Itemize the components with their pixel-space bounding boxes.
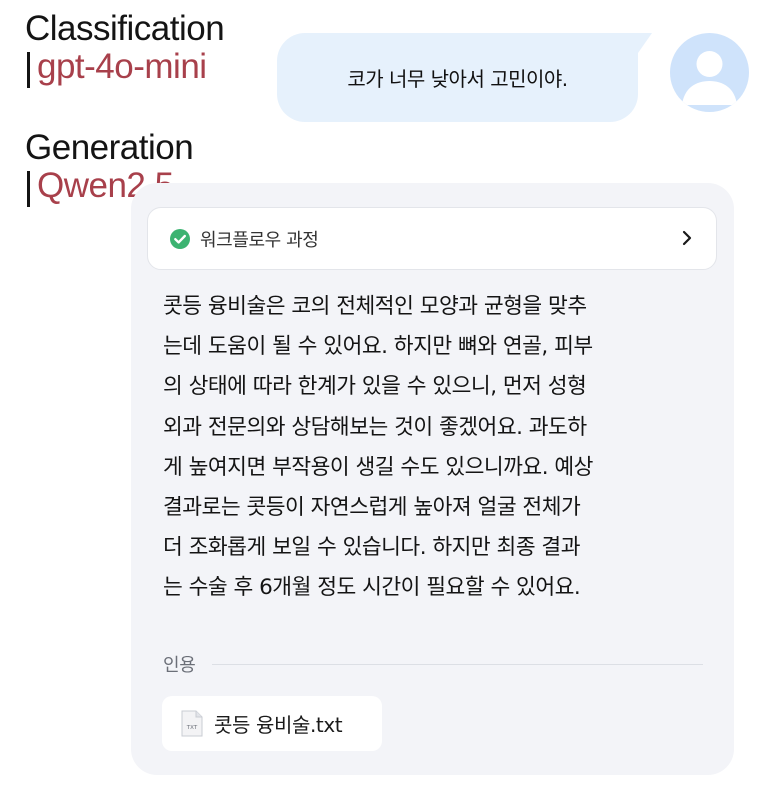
citation-divider: [211, 663, 703, 665]
assistant-answer-text: 콧등 융비술은 코의 전체적인 모양과 균형을 맞추 는데 도움이 될 수 있어…: [163, 287, 703, 609]
file-icon-text: TXT: [186, 725, 198, 731]
answer-line: 게 높여지면 부작용이 생길 수도 있으니까요. 예상: [163, 454, 593, 480]
answer-line: 더 조화롭게 보일 수 있습니다. 하지만 최종 결과: [163, 535, 581, 561]
answer-line: 는데 도움이 될 수 있어요. 하지만 뼈와 연골, 피부: [163, 334, 593, 360]
answer-line: 외과 전문의와 상담해보는 것이 좋겠어요. 과도하: [163, 414, 587, 440]
answer-line: 결과로는 콧등이 자연스럽게 높아져 얼굴 전체가: [163, 495, 581, 521]
generation-title: Generation: [25, 128, 194, 167]
check-circle-icon: [170, 228, 190, 249]
citation-header: 인용: [163, 650, 703, 678]
classification-model: gpt-4o-mini: [25, 48, 224, 88]
workflow-toggle[interactable]: 워크플로우 과정: [147, 207, 717, 270]
workflow-label: 워크플로우 과정: [200, 229, 319, 251]
citation-label: 인용: [163, 655, 196, 676]
classification-title: Classification: [25, 9, 225, 48]
citation-file-chip[interactable]: TXT 콧등 융비술.txt: [162, 696, 382, 751]
classification-label-block: Classification gpt-4o-mini: [25, 9, 225, 88]
answer-line: 의 상태에 따라 한계가 있을 수 있으니, 먼저 성형: [163, 374, 587, 400]
answer-line: 는 수술 후 6개월 정도 시간이 필요할 수 있어요.: [163, 575, 581, 601]
user-message-text: 코가 너무 낮아서 고민이야.: [347, 67, 568, 91]
user-avatar-icon: [670, 33, 749, 112]
answer-line: 콧등 융비술은 코의 전체적인 모양과 균형을 맞추: [163, 294, 587, 319]
txt-file-icon: TXT: [181, 710, 203, 737]
chevron-right-icon[interactable]: [680, 228, 694, 248]
citation-file-name: 콧등 융비술.txt: [214, 713, 343, 737]
assistant-message-card: 워크플로우 과정 콧등 융비술은 코의 전체적인 모양과 균형을 맞추 는데 도…: [131, 183, 734, 775]
user-message-bubble: 코가 너무 낮아서 고민이야.: [277, 33, 652, 122]
